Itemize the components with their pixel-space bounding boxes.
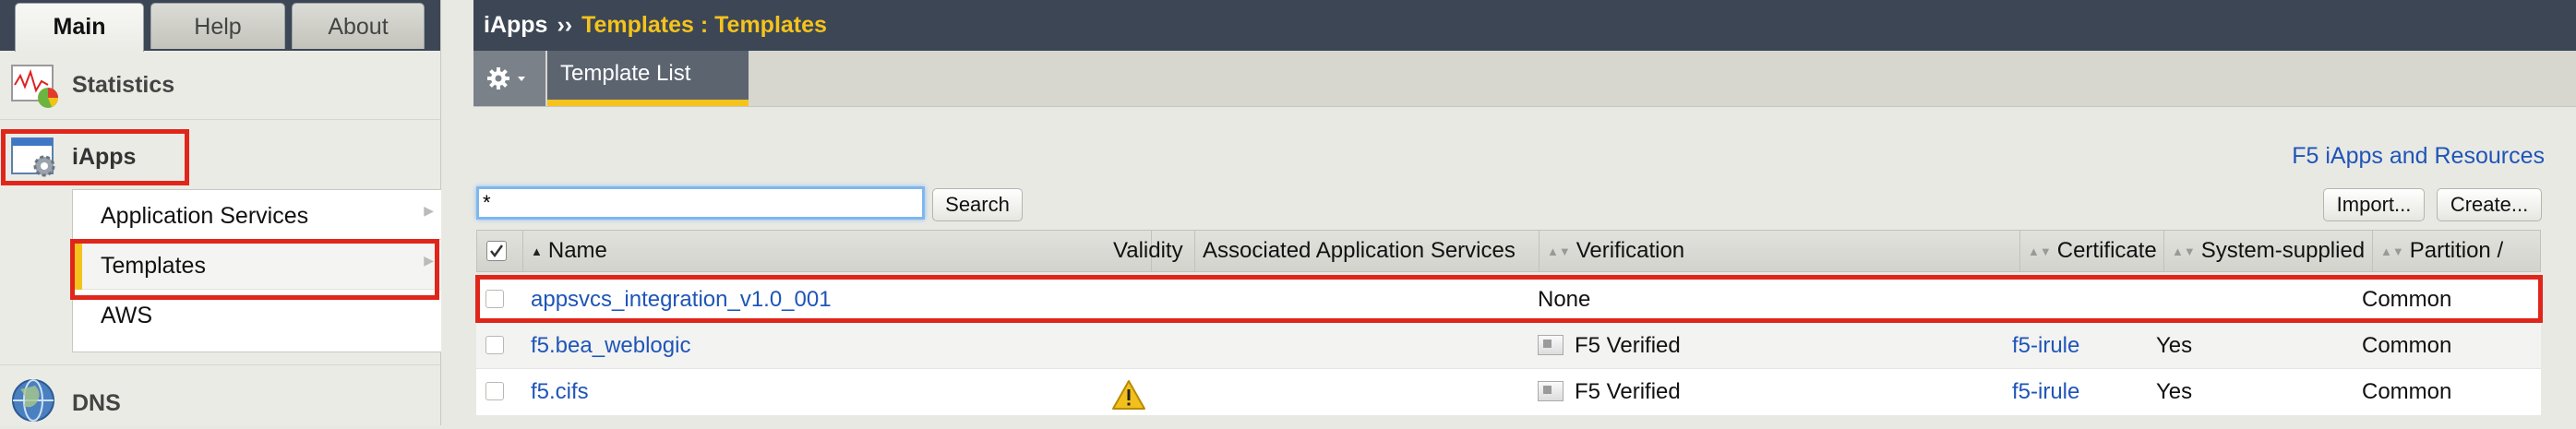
tab-template-list[interactable]: Template List [547, 51, 749, 106]
table-row: f5.cifs F5 Verified f5-irule Yes Common [476, 369, 2541, 415]
column-system-supplied-label: System-supplied [2200, 238, 2366, 263]
dns-globe-icon [11, 378, 57, 429]
sort-icon: ▲▼ [2172, 244, 2196, 258]
column-associated-label: Associated Application Services [1203, 238, 1516, 263]
breadcrumb-current: Templates : Templates [581, 12, 827, 38]
tab-main-label: Main [53, 14, 106, 40]
row-checkbox[interactable] [485, 382, 504, 400]
template-name-link[interactable]: f5.cifs [531, 379, 589, 405]
aws-label: AWS [101, 303, 153, 328]
verified-certificate-icon [1538, 335, 1564, 355]
left-navigation: Main Help About Statistics iApps Applica… [0, 0, 441, 425]
column-verification-label: Verification [1576, 238, 1685, 263]
tab-help-label: Help [194, 14, 242, 40]
search-input[interactable] [476, 186, 925, 220]
column-certificate-label: Certificate [2056, 238, 2157, 263]
sort-ascending-icon: ▲ [531, 244, 543, 258]
nav-item-statistics[interactable]: Statistics [0, 54, 440, 120]
search-button[interactable]: Search [932, 188, 1023, 221]
certificate-link[interactable]: f5-irule [2012, 333, 2079, 359]
tab-template-list-label: Template List [560, 61, 691, 86]
verification-value: F5 Verified [1575, 333, 1681, 358]
toolbar [473, 51, 2576, 107]
column-header-system-supplied[interactable]: ▲▼ System-supplied [2164, 231, 2373, 271]
application-services-label: Application Services [101, 203, 309, 229]
table-row: f5.bea_weblogic F5 Verified f5-irule Yes… [476, 323, 2541, 369]
settings-menu-button[interactable] [473, 51, 545, 106]
iapps-highlight-box [1, 129, 189, 185]
left-tab-bar: Main Help About [0, 0, 440, 52]
select-all-checkbox[interactable] [486, 241, 507, 261]
gear-icon [487, 67, 525, 89]
sort-icon: ▲▼ [1547, 244, 1571, 258]
breadcrumb-root[interactable]: iApps [484, 12, 547, 38]
verified-certificate-icon [1538, 381, 1564, 401]
breadcrumb-separator: ›› [557, 12, 573, 38]
template-name-link[interactable]: f5.bea_weblogic [531, 333, 690, 359]
column-header-validity: Validity [1106, 231, 1195, 271]
row-checkbox[interactable] [485, 336, 504, 354]
partition-value: Common [2362, 379, 2452, 404]
table-header: ▲ Name Validity Associated Application Se… [476, 230, 2542, 304]
tab-help[interactable]: Help [150, 3, 285, 49]
chevron-down-icon [518, 77, 525, 81]
templates-highlight-box [70, 239, 439, 300]
warning-icon [1112, 380, 1145, 410]
select-all-cell [477, 231, 523, 271]
certificate-link[interactable]: f5-irule [2012, 379, 2079, 405]
system-supplied-value: Yes [2156, 333, 2193, 358]
dns-label: DNS [72, 390, 121, 416]
import-button[interactable]: Import... [2323, 188, 2425, 221]
tab-about-label: About [328, 14, 389, 40]
breadcrumb: iApps ›› Templates : Templates [473, 0, 827, 51]
column-header-partition-path[interactable]: ▲▼Partition / Path [2373, 231, 2542, 304]
column-header-name[interactable]: ▲ Name [523, 231, 1152, 271]
chevron-right-icon: ▶ [424, 203, 434, 218]
partition-value: Common [2362, 333, 2452, 358]
sort-icon: ▲▼ [2380, 244, 2404, 258]
statistics-label: Statistics [72, 72, 175, 98]
nav-item-dns[interactable]: DNS [0, 364, 440, 425]
column-header-verification[interactable]: ▲▼ Verification [1540, 231, 2020, 271]
f5-iapps-resources-link[interactable]: F5 iApps and Resources [2292, 143, 2545, 170]
checkmark-icon [490, 244, 504, 258]
system-supplied-value: Yes [2156, 379, 2193, 404]
column-header-associated-application-services: Associated Application Services [1195, 231, 1540, 271]
column-validity-label: Validity [1113, 238, 1183, 263]
verification-value: F5 Verified [1575, 379, 1681, 404]
tab-main[interactable]: Main [15, 3, 144, 52]
column-name-label: Name [547, 238, 607, 263]
tab-about[interactable]: About [292, 3, 425, 49]
row-highlight-box [475, 275, 2543, 323]
active-tab-indicator [547, 100, 749, 106]
sort-icon: ▲▼ [2028, 244, 2052, 258]
column-header-certificate[interactable]: ▲▼ Certificate [2020, 231, 2164, 271]
create-button[interactable]: Create... [2437, 188, 2542, 221]
submenu-item-application-services[interactable]: Application Services ▶ [73, 190, 441, 240]
statistics-chart-icon [11, 65, 59, 113]
